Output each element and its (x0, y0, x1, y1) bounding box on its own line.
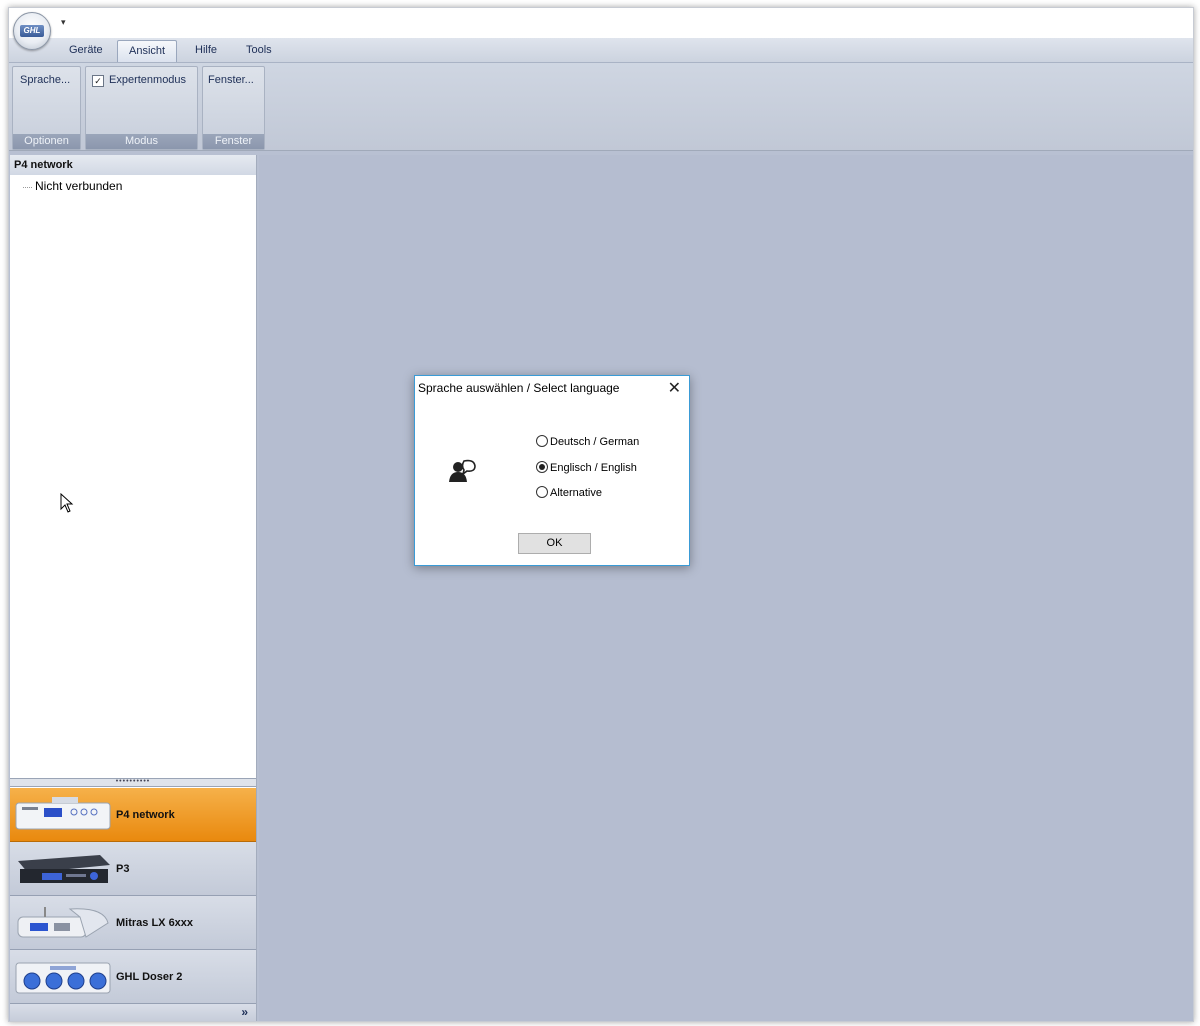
tree-item-nicht-verbunden[interactable]: ····· Nicht verbunden (22, 179, 122, 193)
tree-item-label: Nicht verbunden (35, 179, 123, 193)
tab-tools[interactable]: Tools (246, 44, 272, 56)
radio-label: Englisch / English (550, 462, 637, 474)
nav-item-p3[interactable]: P3 (10, 842, 256, 896)
nav-item-label: P4 network (116, 809, 175, 821)
nav-item-label: P3 (116, 863, 130, 875)
nav-item-p4-network[interactable]: P4 network (10, 788, 256, 842)
p3-device-image (18, 855, 110, 883)
tab-ansicht[interactable]: Ansicht (117, 40, 178, 62)
tree-connector-icon: ····· (22, 182, 33, 192)
radio-label: Deutsch / German (550, 436, 640, 448)
panel-splitter-handle[interactable]: •••••••••• (10, 778, 256, 787)
nav-item-label: Mitras LX 6xxx (116, 917, 194, 929)
mdi-workspace (259, 155, 1193, 1021)
expand-nav-icon[interactable]: » (241, 1005, 248, 1019)
nav-item-ghl-doser-2[interactable]: GHL Doser 2 (10, 950, 256, 1004)
ghl-doser-device-image (15, 962, 111, 994)
expertenmodus-checkbox[interactable]: ✓ Expertenmodus (92, 74, 186, 87)
ribbon-tab-bar: Geräte Ansicht Hilfe Tools (9, 38, 1193, 63)
expertenmodus-label: Expertenmodus (109, 74, 187, 86)
ok-button[interactable]: OK (518, 533, 591, 554)
ribbon: Sprache... Optionen ✓ Expertenmodus Modus… (9, 63, 1193, 151)
tab-geraete[interactable]: Geräte (69, 44, 103, 56)
radio-deutsch[interactable]: Deutsch / German (536, 435, 639, 449)
ribbon-group-modus: ✓ Expertenmodus Modus (85, 66, 198, 150)
close-icon[interactable]: ✕ (668, 378, 681, 398)
group-label-modus: Modus (86, 134, 197, 149)
group-label-fenster: Fenster (203, 134, 264, 149)
sprache-button[interactable]: Sprache... (20, 74, 70, 86)
radio-englisch[interactable]: Englisch / English (536, 461, 637, 475)
mitras-lx-device-image (17, 907, 109, 938)
panel-title: P4 network (10, 155, 256, 175)
device-panel: P4 network ····· Nicht verbunden ••••••••… (10, 155, 257, 1021)
mouse-cursor-icon (60, 493, 74, 513)
radio-unchecked-icon (536, 486, 548, 498)
ghl-logo: GHL (20, 25, 44, 37)
radio-alternative[interactable]: Alternative (536, 486, 602, 500)
group-label-optionen: Optionen (13, 134, 80, 149)
nav-item-label: GHL Doser 2 (116, 971, 183, 983)
radio-unchecked-icon (536, 435, 548, 447)
ribbon-group-fenster: Fenster... Fenster (202, 66, 265, 150)
tab-hilfe[interactable]: Hilfe (195, 44, 217, 56)
nav-pane-footer: » (10, 1003, 256, 1021)
checkbox-checked-icon: ✓ (92, 75, 104, 87)
quick-access-dropdown-icon[interactable]: ▾ (61, 17, 66, 28)
select-language-dialog: Sprache auswählen / Select language ✕ De… (414, 375, 690, 566)
person-speech-icon (449, 459, 476, 482)
title-bar: ▾ (9, 8, 1193, 38)
fenster-button[interactable]: Fenster... (208, 74, 254, 86)
application-menu-button[interactable]: GHL (13, 12, 51, 50)
radio-checked-icon (536, 461, 548, 473)
p4-network-device-image (15, 797, 111, 830)
dialog-title: Sprache auswählen / Select language (418, 381, 620, 395)
ribbon-group-optionen: Sprache... Optionen (12, 66, 81, 150)
nav-item-mitras-lx-6xxx[interactable]: Mitras LX 6xxx (10, 896, 256, 950)
radio-label: Alternative (550, 487, 602, 499)
